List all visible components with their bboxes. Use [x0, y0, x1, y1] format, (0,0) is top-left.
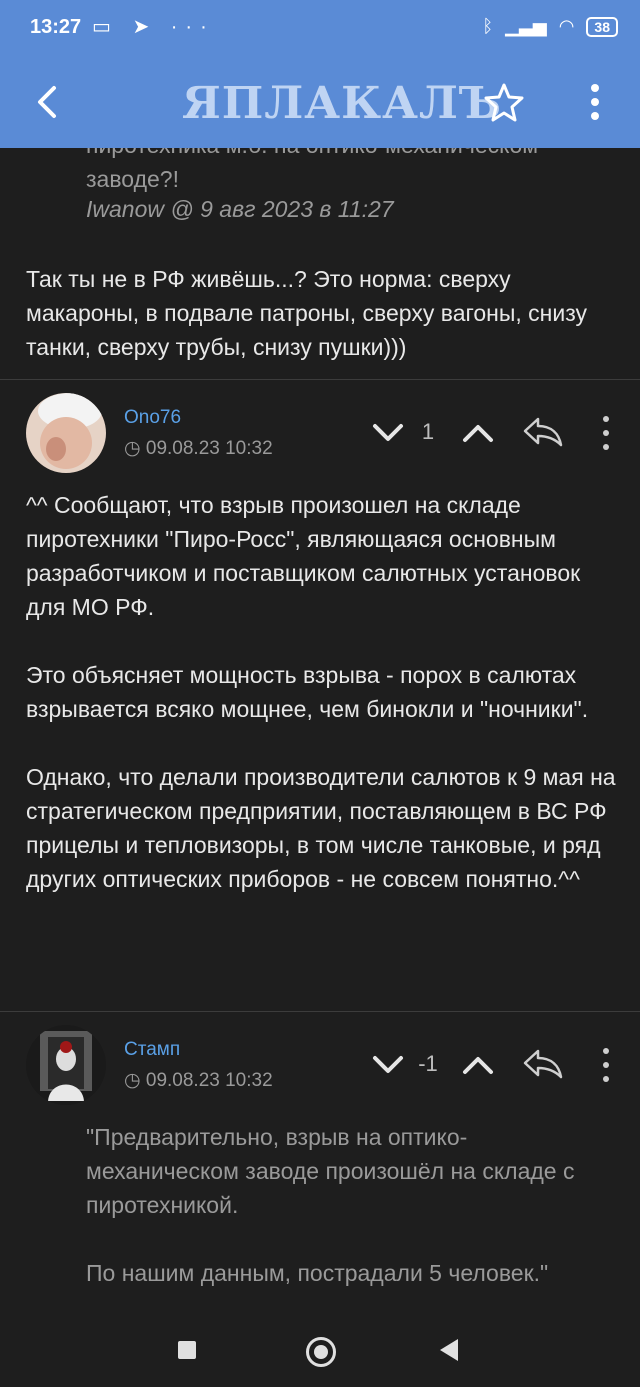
quote-line: пиротехника м.б. на оптико-механическом — [86, 148, 606, 162]
status-bar: 13:27 ▭ ➤ ··· ᛒ ▁▃▅ ◠ 38 — [0, 0, 640, 58]
downvote-chevron-icon[interactable] — [372, 421, 404, 445]
more-vert-icon[interactable] — [596, 413, 616, 453]
comment-text: Так ты не в РФ живёшь...? Это норма: све… — [26, 266, 588, 360]
clock-icon: ◷ — [124, 438, 141, 459]
recents-icon[interactable] — [178, 1341, 196, 1359]
paragraph: По нашим данным, пострадали 5 человек." — [86, 1260, 549, 1286]
clock-icon: ◷ — [124, 1070, 141, 1091]
status-notification-icons: ▭ ➤ ··· — [92, 16, 215, 38]
author-name[interactable]: Стамп — [124, 1039, 180, 1061]
status-right-icons: ᛒ ▁▃▅ ◠ 38 — [482, 16, 618, 37]
date-text: 09.08.23 10:32 — [145, 438, 273, 459]
toolbar: ЯПЛАКАЛЪ — [0, 58, 640, 148]
comments-list[interactable]: пиротехника м.б. на оптико-механическом … — [0, 148, 640, 1321]
bluetooth-icon: ᛒ — [482, 16, 494, 36]
wifi-icon: ◠ — [558, 16, 575, 36]
paragraph: ^^ Сообщают, что взрыв произошел на скла… — [26, 492, 581, 620]
signal-icon: ▁▃▅ — [505, 16, 547, 36]
upvote-chevron-icon[interactable] — [462, 1053, 494, 1077]
avatar[interactable] — [26, 1025, 106, 1105]
date-text: 09.08.23 10:32 — [145, 1070, 273, 1091]
star-icon[interactable] — [482, 80, 526, 124]
paragraph: "Предварительно, взрыв на оптико-механич… — [86, 1124, 575, 1218]
more-vert-icon[interactable] — [596, 1045, 616, 1085]
comment-header: Ono76 ◷ 09.08.23 10:32 1 — [0, 379, 640, 473]
home-icon[interactable] — [306, 1337, 336, 1367]
quote-line: заводе?! — [86, 166, 179, 192]
battery-icon: 38 — [586, 16, 618, 37]
vote-score: -1 — [418, 1051, 438, 1076]
paragraph: Однако, что делали производители салютов… — [26, 764, 616, 892]
quoted-text: пиротехника м.б. на оптико-механическом … — [86, 148, 606, 196]
app-header: 13:27 ▭ ➤ ··· ᛒ ▁▃▅ ◠ 38 ЯПЛАКАЛЪ — [0, 0, 640, 148]
back-arrow-icon[interactable] — [28, 82, 68, 122]
site-logo[interactable]: ЯПЛАКАЛЪ — [182, 78, 502, 129]
author-name[interactable]: Ono76 — [124, 407, 181, 429]
post-date: ◷ 09.08.23 10:32 — [124, 437, 273, 460]
quote-author[interactable]: Iwanow @ 9 авг 2023 в 11:27 — [86, 196, 394, 223]
reply-icon[interactable] — [522, 1047, 564, 1079]
post-date: ◷ 09.08.23 10:32 — [124, 1069, 273, 1092]
paragraph: Это объясняет мощность взрыва - порох в … — [26, 662, 589, 722]
quoted-text: "Предварительно, взрыв на оптико-механич… — [86, 1120, 606, 1290]
reply-icon[interactable] — [522, 415, 564, 447]
more-vert-icon[interactable] — [580, 80, 610, 124]
upvote-chevron-icon[interactable] — [462, 421, 494, 445]
back-triangle-icon[interactable] — [440, 1339, 458, 1361]
avatar[interactable] — [26, 393, 106, 473]
comment-text: ^^ Сообщают, что взрыв произошел на скла… — [26, 488, 616, 896]
status-time: 13:27 — [30, 16, 82, 38]
system-nav-bar — [0, 1321, 640, 1387]
downvote-chevron-icon[interactable] — [372, 1053, 404, 1077]
vote-score: 1 — [421, 419, 435, 444]
comment-header: Стамп ◷ 09.08.23 10:32 -1 — [0, 1011, 640, 1105]
